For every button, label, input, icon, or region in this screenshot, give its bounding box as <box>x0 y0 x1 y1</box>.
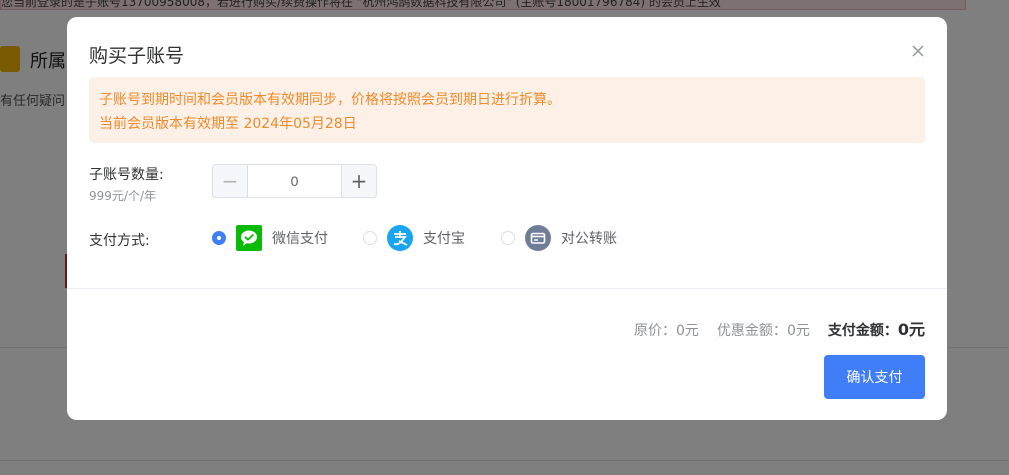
notice-box: 子账号到期时间和会员版本有效期同步，价格将按照会员到期日进行折算。 当前会员版本… <box>89 77 925 143</box>
alipay-label: 支付宝 <box>423 231 465 247</box>
quantity-stepper: − + <box>212 164 377 198</box>
unit-price-note: 999元/个/年 <box>89 189 156 203</box>
original-price-value: 0元 <box>676 323 699 339</box>
increase-button[interactable]: + <box>341 165 376 197</box>
quantity-input[interactable] <box>248 165 341 197</box>
price-summary: 原价： 0元 优惠金额： 0元 支付金额： 0元 <box>634 316 925 340</box>
payment-option-bank-transfer[interactable]: 对公转账 <box>501 225 617 251</box>
close-icon[interactable] <box>910 43 926 59</box>
payment-method-label: 支付方式: <box>89 233 150 249</box>
payment-option-alipay[interactable]: 支付宝 <box>363 225 465 251</box>
dialog-title: 购买子账号 <box>89 45 185 67</box>
wechat-pay-label: 微信支付 <box>272 231 328 247</box>
pay-amount-value: 0元 <box>897 320 925 339</box>
decrease-button[interactable]: − <box>213 165 248 197</box>
notice-line-2: 当前会员版本有效期至 2024年05月28日 <box>99 116 357 132</box>
bank-transfer-radio[interactable] <box>501 231 515 245</box>
bank-transfer-label: 对公转账 <box>561 231 617 247</box>
buy-subaccount-dialog: 购买子账号 子账号到期时间和会员版本有效期同步，价格将按照会员到期日进行折算。 … <box>67 17 947 420</box>
alipay-radio[interactable] <box>363 231 377 245</box>
wechat-radio[interactable] <box>212 231 226 245</box>
bank-card-icon <box>525 225 551 251</box>
wechat-pay-icon <box>236 225 262 251</box>
confirm-payment-button[interactable]: 确认支付 <box>824 355 925 399</box>
quantity-label: 子账号数量: <box>89 167 164 183</box>
section-divider <box>67 288 947 289</box>
payment-option-wechat[interactable]: 微信支付 <box>212 225 328 251</box>
notice-line-1: 子账号到期时间和会员版本有效期同步，价格将按照会员到期日进行折算。 <box>99 92 561 108</box>
discount-label: 优惠金额： <box>716 323 787 339</box>
alipay-icon <box>387 225 413 251</box>
pay-amount-label: 支付金额： <box>827 323 898 339</box>
original-price-label: 原价： <box>634 323 677 339</box>
discount-value: 0元 <box>786 323 810 339</box>
